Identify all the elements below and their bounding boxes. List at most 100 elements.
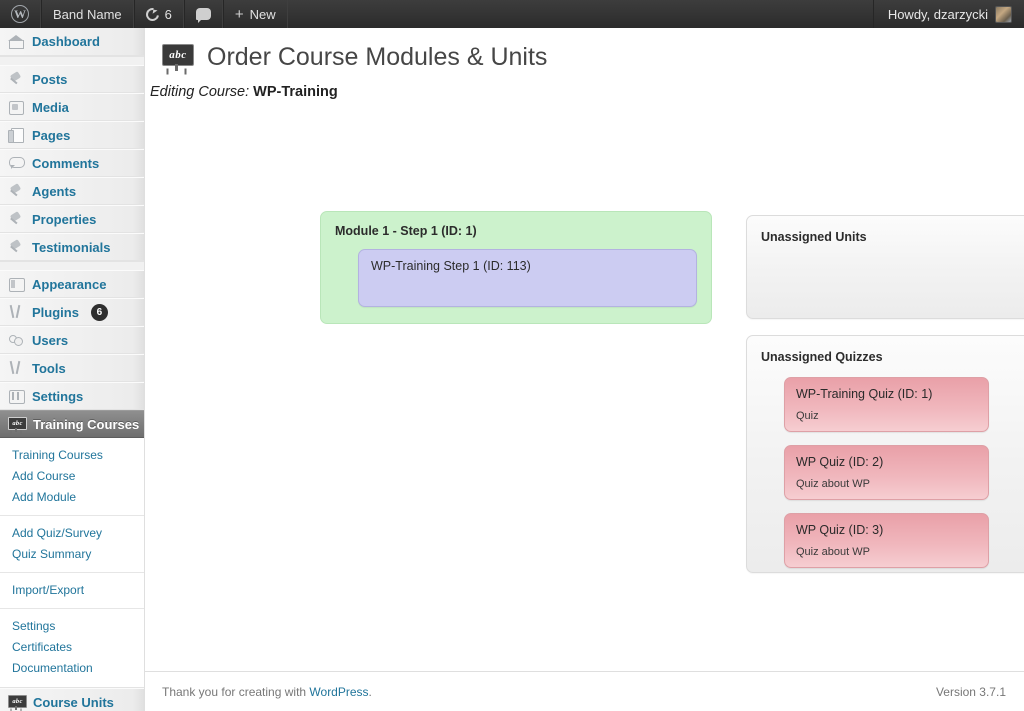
sidebar-item-tools[interactable]: Tools bbox=[0, 354, 144, 382]
quiz-title: WP-Training Quiz (ID: 1) bbox=[796, 387, 933, 401]
footer-thanks: Thank you for creating with WordPress. bbox=[162, 685, 372, 699]
sidebar-item-course-units[interactable]: Course Units bbox=[0, 688, 144, 711]
sidebar-item-users[interactable]: Users bbox=[0, 326, 144, 354]
sidebar-item-properties[interactable]: Properties bbox=[0, 205, 144, 233]
unit-card[interactable]: WP-Training Step 1 (ID: 113) bbox=[358, 249, 697, 307]
new-label: New bbox=[249, 6, 276, 22]
sidebar-item-add-module[interactable]: Add Module bbox=[0, 487, 144, 508]
site-name-menu[interactable]: Band Name bbox=[41, 0, 134, 28]
sidebar-item-agents[interactable]: Agents bbox=[0, 177, 144, 205]
sidebar-item-label: Pages bbox=[32, 127, 71, 143]
admin-bar: W Band Name 6 + New Howdy, dzarzycki bbox=[0, 0, 1024, 28]
quiz-subtitle: Quiz about WP bbox=[796, 478, 870, 490]
sidebar-item-label: Dashboard bbox=[32, 34, 100, 49]
sidebar-item-posts[interactable]: Posts bbox=[0, 65, 144, 93]
submenu-group: Import/Export bbox=[0, 572, 144, 603]
plugins-icon bbox=[8, 304, 25, 320]
sidebar-divider bbox=[0, 56, 144, 65]
editing-course-prefix: Editing Course: bbox=[150, 84, 250, 100]
sidebar-item-training-courses[interactable]: Training Courses bbox=[0, 410, 144, 438]
sidebar-item-quiz-summary[interactable]: Quiz Summary bbox=[0, 544, 144, 565]
sidebar-item-pages[interactable]: Pages bbox=[0, 121, 144, 149]
sidebar-item-dashboard[interactable]: Dashboard bbox=[0, 28, 144, 56]
plugins-update-badge: 6 bbox=[90, 303, 108, 321]
house-icon bbox=[8, 34, 25, 50]
main-content: Order Course Modules & Units Editing Cou… bbox=[145, 28, 1024, 711]
howdy-label: Howdy, dzarzycki bbox=[887, 6, 988, 22]
comments-menu[interactable] bbox=[183, 0, 223, 28]
sidebar-item-label: Media bbox=[32, 99, 69, 115]
appearance-icon bbox=[8, 276, 25, 292]
pages-icon bbox=[8, 127, 25, 143]
comments-bubble-icon bbox=[195, 8, 211, 23]
sidebar-divider bbox=[0, 261, 144, 270]
avatar bbox=[995, 5, 1012, 23]
new-content-menu[interactable]: + New bbox=[222, 0, 288, 28]
sidebar-submenu-training-courses: Training Courses Add Course Add Module A… bbox=[0, 438, 144, 688]
footer-version: Version 3.7.1 bbox=[935, 684, 1006, 699]
admin-footer: Thank you for creating with WordPress. V… bbox=[145, 671, 1024, 711]
quiz-card[interactable]: WP Quiz (ID: 3) Quiz about WP bbox=[784, 513, 989, 568]
wp-logo-menu[interactable]: W bbox=[0, 0, 41, 28]
pin-icon bbox=[8, 211, 25, 227]
blackboard-icon bbox=[162, 43, 194, 71]
quiz-title: WP Quiz (ID: 2) bbox=[796, 455, 884, 469]
module-title: Module 1 - Step 1 (ID: 1) bbox=[335, 224, 477, 238]
sidebar-item-label: Plugins bbox=[32, 304, 79, 320]
blackboard-icon bbox=[8, 416, 27, 432]
quiz-card[interactable]: WP Quiz (ID: 2) Quiz about WP bbox=[784, 445, 989, 500]
sidebar-item-training-courses-list[interactable]: Training Courses bbox=[0, 445, 144, 466]
blackboard-icon bbox=[8, 694, 27, 710]
wordpress-link[interactable]: WordPress bbox=[309, 685, 368, 699]
unassigned-quizzes-panel[interactable]: Unassigned Quizzes WP-Training Quiz (ID:… bbox=[746, 335, 1024, 573]
sidebar-item-media[interactable]: Media bbox=[0, 93, 144, 121]
pin-icon bbox=[8, 239, 25, 255]
sidebar-item-settings[interactable]: Settings bbox=[0, 382, 144, 410]
sidebar-item-appearance[interactable]: Appearance bbox=[0, 270, 144, 298]
sidebar-item-documentation[interactable]: Documentation bbox=[0, 658, 144, 679]
editing-course-name: WP-Training bbox=[253, 84, 338, 100]
my-account-menu[interactable]: Howdy, dzarzycki bbox=[872, 0, 1024, 28]
sidebar-item-label: Appearance bbox=[32, 276, 107, 292]
page-header: Order Course Modules & Units bbox=[145, 28, 1024, 72]
sidebar-item-label: Training Courses bbox=[33, 416, 140, 432]
sidebar-item-course-settings[interactable]: Settings bbox=[0, 616, 144, 637]
sidebar-item-label: Tools bbox=[32, 360, 66, 376]
editing-course-line: Editing Course: WP-Training bbox=[145, 72, 1024, 100]
quiz-card[interactable]: WP-Training Quiz (ID: 1) Quiz bbox=[784, 377, 989, 432]
module-box[interactable]: Module 1 - Step 1 (ID: 1) WP-Training St… bbox=[320, 211, 712, 324]
sidebar-item-label: Posts bbox=[32, 71, 68, 87]
sidebar-item-add-quiz-survey[interactable]: Add Quiz/Survey bbox=[0, 523, 144, 544]
settings-icon bbox=[8, 388, 25, 404]
sidebar-item-comments[interactable]: Comments bbox=[0, 149, 144, 177]
sidebar-item-label: Properties bbox=[32, 211, 97, 227]
sidebar-item-plugins[interactable]: Plugins 6 bbox=[0, 298, 144, 326]
submenu-group: Settings Certificates Documentation bbox=[0, 608, 144, 681]
sidebar-item-testimonials[interactable]: Testimonials bbox=[0, 233, 144, 261]
submenu-group: Training Courses Add Course Add Module bbox=[0, 443, 144, 510]
footer-thanks-suffix: . bbox=[368, 684, 372, 699]
pin-icon bbox=[8, 183, 25, 199]
unassigned-units-panel[interactable]: Unassigned Units bbox=[746, 215, 1024, 319]
updates-count: 6 bbox=[164, 6, 172, 22]
sidebar-item-import-export[interactable]: Import/Export bbox=[0, 580, 144, 601]
tools-icon bbox=[8, 360, 25, 376]
sidebar-item-add-course[interactable]: Add Course bbox=[0, 466, 144, 487]
unassigned-units-title: Unassigned Units bbox=[761, 230, 867, 244]
page-title: Order Course Modules & Units bbox=[207, 43, 548, 71]
unit-title: WP-Training Step 1 (ID: 113) bbox=[371, 259, 531, 273]
updates-menu[interactable]: 6 bbox=[133, 0, 184, 28]
footer-thanks-prefix: Thank you for creating with bbox=[162, 684, 310, 699]
sidebar-item-certificates[interactable]: Certificates bbox=[0, 637, 144, 658]
media-icon bbox=[8, 99, 25, 115]
plus-icon: + bbox=[234, 5, 244, 23]
site-name-label: Band Name bbox=[53, 6, 122, 22]
users-icon bbox=[8, 332, 25, 348]
sidebar-item-label: Comments bbox=[32, 155, 100, 171]
quiz-subtitle: Quiz about WP bbox=[796, 546, 870, 558]
sidebar-item-label: Testimonials bbox=[32, 239, 111, 255]
admin-sidebar: Dashboard Posts Media Pages Comments Age… bbox=[0, 28, 145, 711]
wordpress-logo-icon: W bbox=[11, 5, 29, 23]
unassigned-quizzes-title: Unassigned Quizzes bbox=[761, 350, 883, 364]
quiz-subtitle: Quiz bbox=[796, 410, 819, 422]
